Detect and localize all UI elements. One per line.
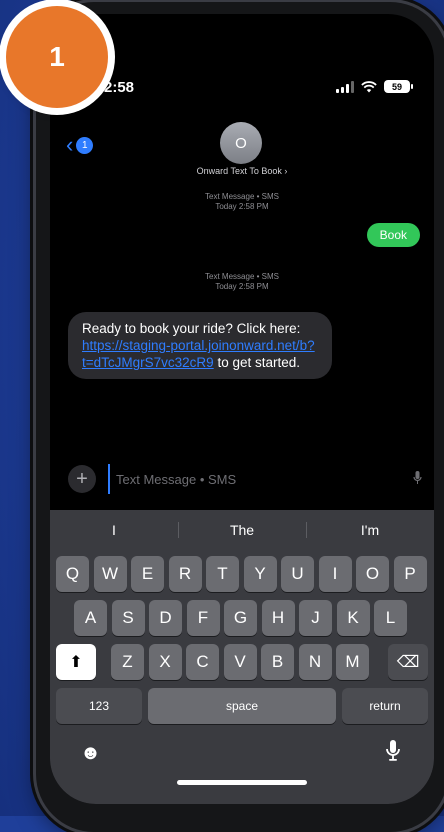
suggestion[interactable]: I'm [306, 510, 434, 550]
message-type-label: Text Message • SMS [205, 192, 279, 201]
key-v[interactable]: V [223, 644, 257, 680]
battery-icon: 59 [384, 80, 413, 93]
key-a[interactable]: A [74, 600, 107, 636]
key-c[interactable]: C [186, 644, 219, 680]
key-y[interactable]: Y [243, 556, 277, 592]
key-g[interactable]: G [224, 600, 257, 636]
keyboard: I The I'm QWERTYUIOPASDFGHJKLZXCVBNM ⬆ ⌫… [50, 510, 434, 804]
home-indicator [177, 780, 307, 785]
unread-count-badge: 1 [76, 136, 94, 154]
message-type-label: Text Message • SMS [205, 272, 279, 281]
key-s[interactable]: S [111, 600, 145, 636]
dictation-icon[interactable] [413, 470, 422, 488]
key-q[interactable]: Q [56, 556, 89, 592]
back-button[interactable]: ‹ 1 [66, 132, 94, 158]
predictive-bar: I The I'm [50, 510, 434, 550]
backspace-key[interactable]: ⌫ [388, 644, 428, 680]
phone-screen: 2:58 59 ‹ 1 O Onward Text To Book › Text… [50, 14, 434, 804]
message-timestamp: Today 2:58 PM [215, 202, 269, 211]
message-text: to get started. [213, 355, 300, 370]
key-m[interactable]: M [336, 644, 369, 680]
message-timestamp: Today 2:58 PM [215, 282, 269, 291]
compose-bar: + [68, 464, 422, 494]
space-key[interactable]: space [148, 688, 336, 724]
key-l[interactable]: L [374, 600, 407, 636]
key-t[interactable]: T [206, 556, 239, 592]
status-icons: 59 [336, 80, 413, 93]
key-r[interactable]: R [168, 556, 202, 592]
incoming-message-bubble[interactable]: Ready to book your ride? Click here: htt… [68, 312, 332, 379]
key-o[interactable]: O [356, 556, 389, 592]
key-h[interactable]: H [261, 600, 295, 636]
message-meta: Text Message • SMS Today 2:58 PM [50, 272, 434, 292]
suggestion[interactable]: I [50, 510, 178, 550]
numbers-key[interactable]: 123 [56, 688, 142, 724]
key-f[interactable]: F [186, 600, 220, 636]
signal-icon [336, 80, 354, 93]
wifi-icon [361, 80, 377, 92]
key-z[interactable]: Z [111, 644, 144, 680]
key-e[interactable]: E [131, 556, 164, 592]
message-text: Ready to book your ride? Click here: [82, 321, 301, 336]
key-k[interactable]: K [336, 600, 370, 636]
status-time: 2:58 [104, 79, 135, 96]
key-x[interactable]: X [148, 644, 182, 680]
key-b[interactable]: B [261, 644, 294, 680]
return-key[interactable]: return [342, 688, 428, 724]
microphone-icon[interactable] [386, 740, 400, 768]
key-u[interactable]: U [281, 556, 314, 592]
message-input[interactable] [108, 464, 407, 494]
message-meta: Text Message • SMS Today 2:58 PM [50, 192, 434, 212]
shift-key[interactable]: ⬆ [56, 644, 96, 680]
key-w[interactable]: W [93, 556, 127, 592]
contact-name[interactable]: Onward Text To Book › [50, 166, 434, 176]
contact-avatar[interactable]: O [220, 122, 262, 164]
key-i[interactable]: I [318, 556, 352, 592]
plus-icon[interactable]: + [68, 465, 96, 493]
emoji-icon[interactable]: ☻ [80, 742, 101, 765]
step-number-badge: 1 [6, 6, 108, 108]
key-d[interactable]: D [149, 600, 182, 636]
key-j[interactable]: J [299, 600, 332, 636]
key-p[interactable]: P [393, 556, 427, 592]
key-n[interactable]: N [298, 644, 332, 680]
chevron-left-icon: ‹ [66, 132, 74, 157]
suggestion[interactable]: The [178, 510, 306, 550]
outgoing-message-bubble[interactable]: Book [366, 223, 420, 247]
